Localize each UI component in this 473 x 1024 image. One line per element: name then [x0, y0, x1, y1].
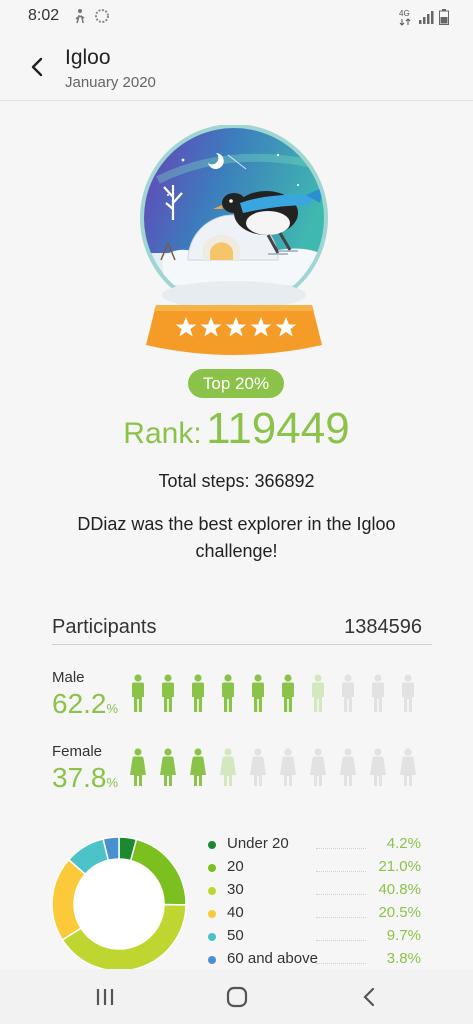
legend-label: 60 and above [227, 950, 318, 967]
page-subtitle: January 2020 [65, 74, 156, 91]
legend-value: 3.8% [386, 950, 421, 967]
network-label: 4G [399, 9, 410, 18]
legend-leader [316, 917, 366, 918]
male-icon-row [126, 674, 420, 714]
sync-notification-icon [95, 9, 109, 23]
legend-item: 20 21.0% [208, 858, 422, 881]
female-percentage-unit: % [106, 775, 119, 790]
age-donut-chart [50, 835, 188, 973]
male-person-icon [342, 674, 354, 712]
female-person-icon [130, 748, 146, 786]
legend-color-dot [208, 887, 216, 895]
male-person-icon [252, 674, 264, 712]
divider [52, 644, 432, 645]
back-icon[interactable] [355, 983, 383, 1011]
participants-value: 1384596 [344, 616, 422, 638]
legend-label: 20 [227, 858, 244, 875]
top-percentile-badge: Top 20% [188, 369, 284, 398]
battery-icon [439, 9, 449, 25]
male-percentage-value: 62.2 [52, 688, 107, 719]
challenge-message: DDiaz was the best explorer in the Igloo… [77, 514, 396, 561]
legend-label: 40 [227, 904, 244, 921]
rank-value: 119449 [206, 404, 350, 453]
male-person-icon [162, 674, 174, 712]
female-percentage: 37.8% [52, 762, 118, 794]
rank: Rank: 119449 [0, 404, 473, 454]
home-icon[interactable] [223, 983, 251, 1011]
female-person-icon [340, 748, 356, 786]
legend-label: Under 20 [227, 835, 289, 852]
legend-value: 9.7% [386, 927, 421, 944]
legend-leader [316, 871, 366, 872]
status-time: 8:02 [28, 7, 60, 24]
female-person-icon [160, 748, 176, 786]
legend-color-dot [208, 841, 216, 849]
legend-label: 30 [227, 881, 244, 898]
male-person-icon [402, 674, 414, 712]
igloo-challenge-badge-illustration [140, 125, 328, 355]
female-percentage-value: 37.8 [52, 762, 107, 793]
male-percentage: 62.2% [52, 688, 118, 720]
donut-hole [75, 860, 163, 948]
participants-label: Participants [52, 616, 157, 638]
legend-value: 4.2% [386, 835, 421, 852]
male-label: Male [52, 669, 85, 686]
female-person-icon [250, 748, 266, 786]
legend-item: 30 40.8% [208, 881, 422, 904]
legend-value: 40.8% [378, 881, 421, 898]
legend-leader [316, 848, 366, 849]
female-icon-row [126, 748, 420, 788]
status-bar: 8:02 4G [0, 0, 473, 34]
female-label: Female [52, 743, 103, 760]
male-person-icon [312, 674, 324, 712]
male-person-icon [192, 674, 204, 712]
rank-label: Rank: [123, 417, 202, 450]
female-person-icon [280, 748, 296, 786]
hiking-notification-icon [75, 9, 85, 24]
legend-value: 20.5% [378, 904, 421, 921]
male-person-icon [282, 674, 294, 712]
legend-color-dot [208, 864, 216, 872]
participants-row: Participants 1384596 [52, 616, 422, 644]
legend-item: Under 20 4.2% [208, 835, 422, 858]
page-title: Igloo [65, 46, 111, 69]
recents-icon[interactable] [91, 983, 119, 1011]
legend-color-dot [208, 933, 216, 941]
female-person-icon [400, 748, 416, 786]
female-person-icon [190, 748, 206, 786]
navigation-bar [0, 969, 473, 1024]
legend-label: 50 [227, 927, 244, 944]
male-person-icon [372, 674, 384, 712]
legend-item: 40 20.5% [208, 904, 422, 927]
signal-icon [419, 11, 434, 24]
legend-leader [316, 940, 366, 941]
legend-leader [316, 894, 366, 895]
legend-item: 50 9.7% [208, 927, 422, 950]
legend-color-dot [208, 956, 216, 964]
male-percentage-unit: % [106, 701, 119, 716]
app-header: Igloo January 2020 [0, 34, 473, 101]
age-donut-svg [51, 836, 187, 972]
total-steps: Total steps: 366892 [158, 471, 315, 491]
female-person-icon [220, 748, 236, 786]
male-person-icon [222, 674, 234, 712]
legend-value: 21.0% [378, 858, 421, 875]
female-person-icon [310, 748, 326, 786]
male-person-icon [132, 674, 144, 712]
legend-leader [316, 963, 366, 964]
female-person-icon [370, 748, 386, 786]
age-legend: Under 20 4.2% 20 21.0% 30 40.8% 40 20.5% 50 9.7% 6… [208, 835, 422, 973]
network-4g-icon: 4G [399, 9, 411, 26]
back-arrow-icon[interactable] [22, 52, 52, 82]
legend-color-dot [208, 910, 216, 918]
